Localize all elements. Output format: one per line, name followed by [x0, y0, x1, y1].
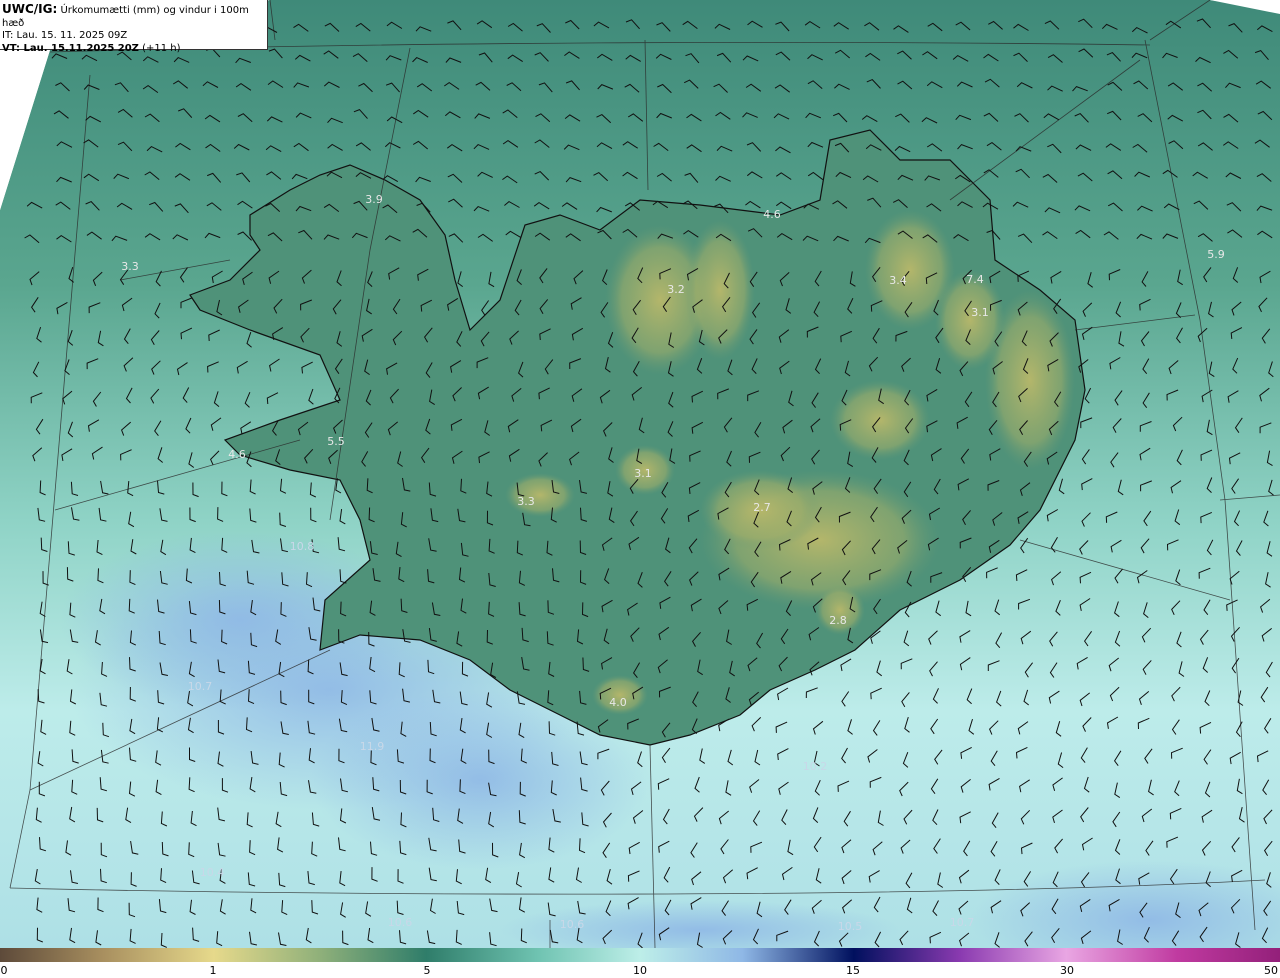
- map-label: 10.6: [560, 918, 585, 931]
- colorbar-tick: 0: [0, 964, 8, 977]
- colorbar: 0 1 5 10 15 30 50: [0, 948, 1280, 978]
- map-label: 3.1: [634, 467, 652, 480]
- map-label: 10.7: [950, 916, 975, 929]
- map-label: 11.9: [360, 740, 385, 753]
- map-label: 10.6: [388, 916, 413, 929]
- valid-time-line: VT: Lau. 15.11.2025 20Z (+11 h): [2, 43, 267, 56]
- colorbar-tick: 10: [633, 964, 647, 977]
- map-label: 5.5: [327, 435, 345, 448]
- map-label: 3.1: [971, 306, 989, 319]
- valid-time: VT: Lau. 15.11.2025 20Z: [2, 42, 139, 54]
- lead-time: (+11 h): [142, 42, 181, 54]
- map-label: 4.6: [763, 208, 781, 221]
- map-label: 3.3: [121, 260, 139, 273]
- colorbar-tick: 5: [423, 964, 431, 977]
- map-header: UWC/IG: Úrkomumætti (mm) og vindur i 100…: [0, 0, 268, 54]
- map-label: 10.8: [290, 540, 315, 553]
- model-label: UWC/IG:: [2, 2, 58, 16]
- map-label: 7.4: [966, 273, 984, 286]
- map-label: 10.2: [803, 760, 828, 773]
- colorbar-tick: 15: [846, 964, 860, 977]
- map-label: 2.8: [829, 614, 847, 627]
- colorbar-tick: 30: [1060, 964, 1074, 977]
- colorbar-tick: 50: [1264, 964, 1278, 977]
- map-label: 10.5: [838, 920, 863, 933]
- colorbar-gradient: [0, 948, 1280, 962]
- map-label: 3.4: [889, 274, 907, 287]
- map-label: 4.0: [609, 696, 627, 709]
- map-label: 5.9: [1207, 248, 1225, 261]
- colorbar-tick: 1: [209, 964, 217, 977]
- map-label: 3.9: [365, 193, 383, 206]
- map-label: 10.7: [188, 680, 213, 693]
- forecast-map: 3.9 3.3 3.2 4.6 3.4 7.4 3.1 5.9 4.6 5.5 …: [0, 0, 1280, 948]
- map-label: 10.4: [200, 866, 225, 879]
- map-label: 3.3: [517, 495, 535, 508]
- map-label: 3.2: [667, 283, 685, 296]
- map-label: 2.7: [753, 501, 771, 514]
- init-time: IT: Lau. 15. 11. 2025 09Z: [2, 30, 128, 41]
- map-label: 4.6: [228, 448, 246, 461]
- title-line: UWC/IG: Úrkomumætti (mm) og vindur i 100…: [2, 3, 267, 30]
